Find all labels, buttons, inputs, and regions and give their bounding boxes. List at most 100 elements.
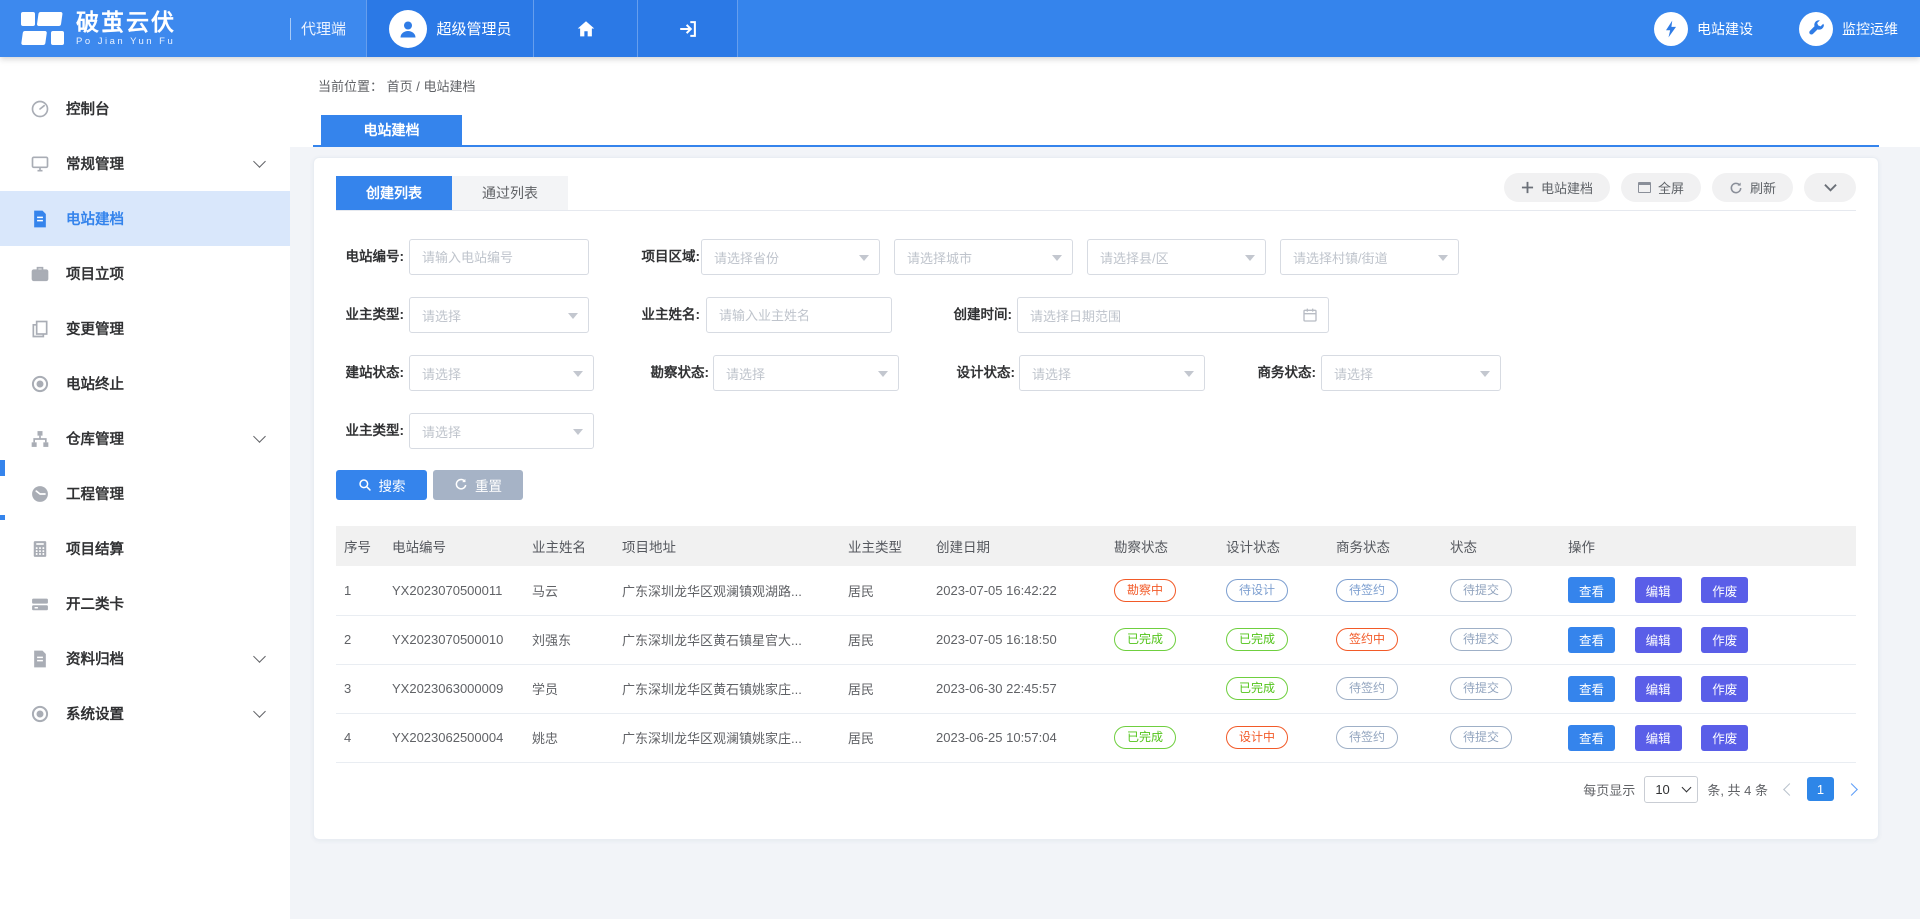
chevron-down-icon (253, 650, 266, 663)
caret-down-icon (1184, 371, 1194, 377)
home-icon (575, 18, 597, 40)
region-label: 项目区域: (634, 238, 700, 276)
sidebar-item-general-mgmt[interactable]: 常规管理 (0, 136, 290, 191)
survey-status-select[interactable]: 请选择 (713, 355, 899, 391)
search-button[interactable]: 搜索 (336, 470, 427, 500)
prev-page-button[interactable] (1783, 783, 1796, 796)
col-business-status: 商务状态 (1328, 526, 1442, 566)
sidebar-item-engineering-mgmt[interactable]: 工程管理 (0, 466, 290, 521)
chevron-down-icon (253, 430, 266, 443)
brand-logo-icon (20, 10, 64, 48)
void-button[interactable]: 作废 (1701, 577, 1748, 603)
business-status-badge: 待签约 (1336, 677, 1398, 700)
status-badge: 待提交 (1450, 726, 1512, 749)
page-size-select[interactable]: 10 (1644, 776, 1698, 803)
build-status-select[interactable]: 请选择 (409, 355, 594, 391)
file-icon (30, 649, 50, 669)
status-badge: 待提交 (1450, 628, 1512, 651)
owner-name-input[interactable] (706, 297, 892, 333)
breadcrumb-path[interactable]: 首页 / 电站建档 (387, 76, 476, 95)
view-button[interactable]: 查看 (1568, 725, 1615, 751)
table-row: 1 YX2023070500011 马云 广东深圳龙华区观澜镇观湖路... 居民… (336, 566, 1856, 615)
survey-status-empty (1106, 664, 1218, 713)
sidebar-item-data-archive[interactable]: 资料归档 (0, 631, 290, 686)
caret-down-icon (573, 371, 583, 377)
edit-button[interactable]: 编辑 (1635, 577, 1682, 603)
sidebar-scrollbar[interactable] (0, 460, 5, 476)
owner-type-select[interactable]: 请选择 (409, 297, 589, 333)
sidebar-item-warehouse-mgmt[interactable]: 仓库管理 (0, 411, 290, 466)
app-header: 破茧云伏 Po Jian Yun Fu 代理端 超级管理员 (0, 0, 1920, 57)
edit-button[interactable]: 编辑 (1635, 725, 1682, 751)
col-project-address: 项目地址 (614, 526, 840, 566)
design-status-select[interactable]: 请选择 (1019, 355, 1205, 391)
sidebar-item-project-initiation[interactable]: 项目立项 (0, 246, 290, 301)
nav-monitoring-ops[interactable]: 监控运维 (1799, 12, 1898, 46)
void-button[interactable]: 作废 (1701, 725, 1748, 751)
edit-button[interactable]: 编辑 (1635, 676, 1682, 702)
tab-passed-list[interactable]: 通过列表 (452, 176, 568, 210)
refresh-button[interactable]: 刷新 (1712, 173, 1793, 202)
briefcase-icon (30, 264, 50, 284)
calendar-icon (1302, 307, 1318, 323)
user-menu[interactable]: 超级管理员 (366, 0, 534, 57)
sidebar-item-class2-card[interactable]: 开二类卡 (0, 576, 290, 631)
page-tab-bar: 电站建档 (290, 103, 1920, 147)
void-button[interactable]: 作废 (1701, 676, 1748, 702)
sidebar-item-change-mgmt[interactable]: 变更管理 (0, 301, 290, 356)
reset-icon (454, 478, 468, 492)
chevron-down-icon (253, 705, 266, 718)
sidebar-item-project-settlement[interactable]: 项目结算 (0, 521, 290, 576)
town-select[interactable]: 请选择村镇/街道 (1280, 239, 1459, 275)
avatar (389, 10, 427, 48)
reset-button[interactable]: 重置 (433, 470, 523, 500)
edit-button[interactable]: 编辑 (1635, 627, 1682, 653)
owner-type-label: 业主类型: (336, 296, 404, 334)
page-tab-station-archive[interactable]: 电站建档 (321, 115, 462, 145)
portal-label-wrap: 代理端 (290, 0, 366, 57)
create-station-button[interactable]: 电站建档 (1504, 173, 1610, 202)
sidebar-item-system-settings[interactable]: 系统设置 (0, 686, 290, 741)
business-status-select[interactable]: 请选择 (1321, 355, 1501, 391)
next-page-button[interactable] (1845, 783, 1858, 796)
void-button[interactable]: 作废 (1701, 627, 1748, 653)
brand: 破茧云伏 Po Jian Yun Fu (0, 0, 290, 57)
business-status-badge: 待签约 (1336, 726, 1398, 749)
home-button[interactable] (534, 0, 638, 57)
station-no-input[interactable] (409, 239, 589, 275)
city-select[interactable]: 请选择城市 (894, 239, 1073, 275)
user-name: 超级管理员 (437, 18, 512, 39)
station-no-label: 电站编号: (336, 238, 404, 276)
logout-button[interactable] (638, 0, 738, 57)
view-button[interactable]: 查看 (1568, 676, 1615, 702)
owner-type2-select[interactable]: 请选择 (409, 413, 594, 449)
sidebar-item-station-archive[interactable]: 电站建档 (0, 191, 290, 246)
breadcrumb: 当前位置： 首页 / 电站建档 (290, 57, 1920, 103)
copy-icon (30, 319, 50, 339)
col-index: 序号 (336, 526, 384, 566)
province-select[interactable]: 请选择省份 (701, 239, 880, 275)
county-select[interactable]: 请选择县/区 (1087, 239, 1266, 275)
list-card: 创建列表 通过列表 电站建档 全屏 (313, 157, 1879, 840)
nav-station-construction[interactable]: 电站建设 (1654, 12, 1753, 46)
sidebar-item-console[interactable]: 控制台 (0, 81, 290, 136)
view-button[interactable]: 查看 (1568, 627, 1615, 653)
col-status: 状态 (1442, 526, 1560, 566)
col-actions: 操作 (1560, 526, 1856, 566)
date-range-picker[interactable]: 请选择日期范围 (1017, 297, 1329, 333)
survey-status-badge: 勘察中 (1114, 579, 1176, 602)
sidebar-item-station-termination[interactable]: 电站终止 (0, 356, 290, 411)
user-icon (396, 17, 420, 41)
nav-label: 监控运维 (1842, 19, 1898, 39)
tab-created-list[interactable]: 创建列表 (336, 176, 452, 210)
col-create-date: 创建日期 (928, 526, 1106, 566)
table-row: 2 YX2023070500010 刘强东 广东深圳龙华区黄石镇星官大... 居… (336, 615, 1856, 664)
design-status-badge: 已完成 (1226, 677, 1288, 700)
fullscreen-button[interactable]: 全屏 (1621, 173, 1701, 202)
view-button[interactable]: 查看 (1568, 577, 1615, 603)
page-number-button[interactable]: 1 (1807, 777, 1834, 801)
caret-down-icon (1480, 371, 1490, 377)
business-status-badge: 待签约 (1336, 579, 1398, 602)
collapse-toolbar-button[interactable] (1804, 173, 1856, 202)
portal-label: 代理端 (301, 18, 346, 39)
